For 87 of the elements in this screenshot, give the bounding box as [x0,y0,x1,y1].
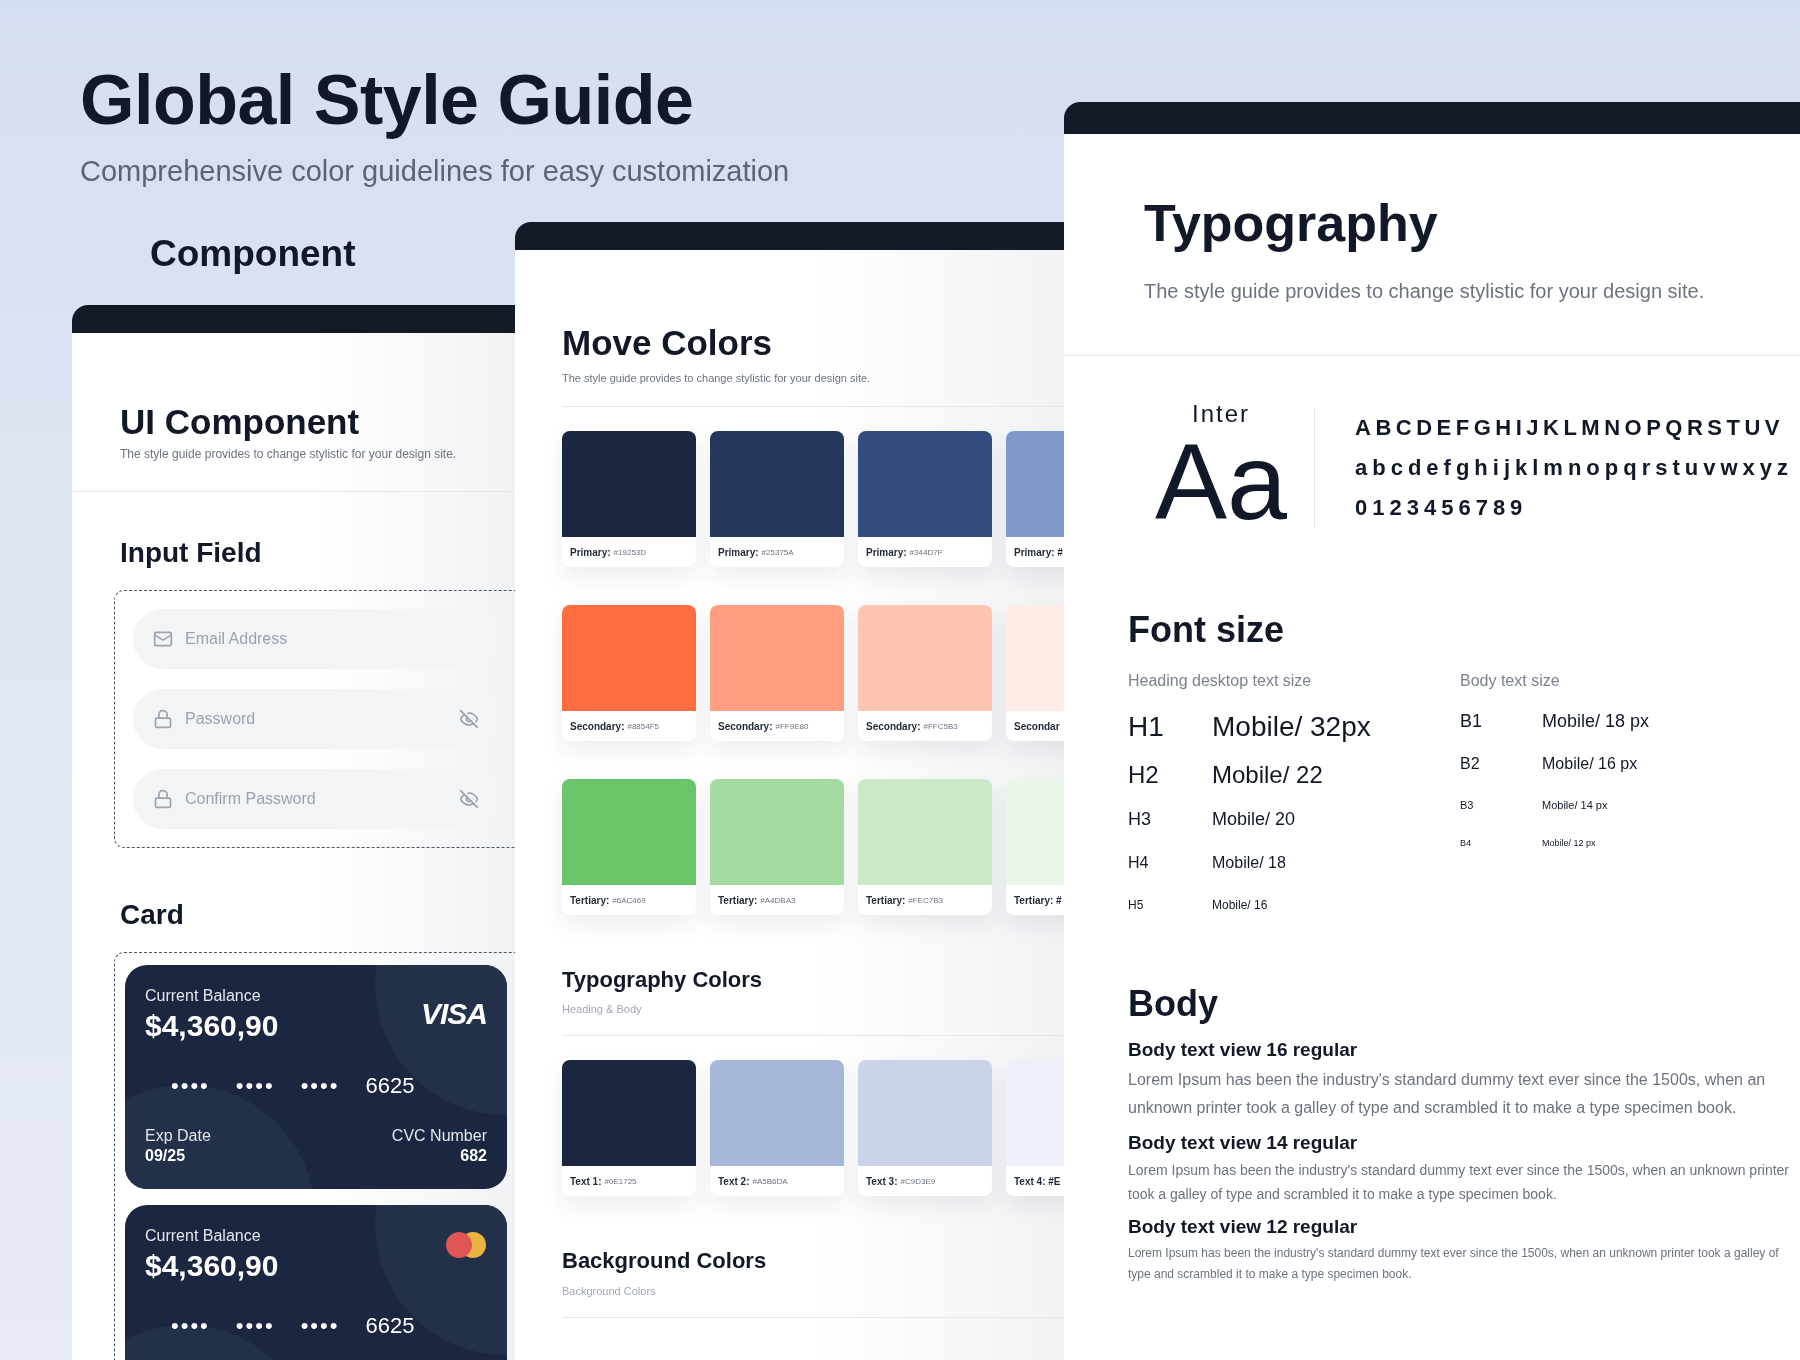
page-title: Global Style Guide [80,62,694,139]
swatch-label: Tertiary: # [1013,893,1063,908]
swatch-label: Text 3: #C9D3E9 [865,1174,937,1189]
visa-logo: VISA [420,996,487,1031]
column-label: Heading desktop text size [1128,671,1313,690]
mail-icon [153,629,173,649]
section-heading: Typography Colors [562,967,763,994]
page-subtitle: Comprehensive color guidelines for easy customization [80,155,790,188]
section-heading: Input Field [120,536,262,570]
body-sample-title: Body text view 16 regular [1128,1038,1359,1062]
swatch-label: Secondary: #FFC5B3 [865,719,959,734]
swatch-label: Secondar [1013,719,1061,734]
swatch-label: Primary: # [1013,545,1064,560]
balance-label: Current Balance [145,1226,261,1245]
section-heading: Body [1128,981,1218,1025]
card-brand-icon [445,1230,487,1259]
masked-digits: •••• [171,1312,210,1339]
exp-date: 09/25 [145,1146,186,1165]
glyph-row-text: ABCDEFGHIJKLMNOPQRSTUV [1355,415,1785,442]
masked-digits: •••• [300,1072,340,1099]
size-tag: H1 [1128,710,1212,743]
panel-title: UI Component [120,401,361,444]
section-heading: Font size [1128,608,1284,652]
body-sample-text: Lorem Ipsum has been the industry's standard dummy text ever since the 1500s, when an unknown printer took a galley of type and scrambled it to make a type specimen book. [1128,1069,1767,1118]
section-heading: Card [120,898,184,932]
size-value: Mobile/ 18 px [1542,711,1651,733]
section-subtitle: Background Colors [562,1284,656,1297]
swatch-label: Text 2: #A5B6DA [717,1174,789,1189]
card-last-digits: 6625 [365,1312,415,1339]
size-value: Mobile/ 12 px [1542,837,1597,848]
size-tag: B3 [1460,798,1542,811]
size-tag: H5 [1128,897,1212,912]
swatch-label: Text 1: #0E1725 [569,1174,638,1189]
card-last-digits: 6625 [365,1072,415,1099]
size-tag: H3 [1128,809,1212,831]
balance-label: Current Balance [145,986,261,1005]
lock-icon [153,709,173,729]
body-sample-text: Lorem Ipsum has been the industry's standard dummy text ever since the 1500s, when an unknown printer took a galley of type and scrambled it to make a type specimen book. [1128,1161,1791,1205]
swatch-label: Tertiary: #6AC469 [569,893,647,908]
font-sample: Aa [1154,428,1288,537]
glyph-row: abcdefghijklmnopqrstuvwxyz [1355,455,1794,482]
cvc-number: 682 [460,1146,487,1165]
size-tag: B1 [1460,711,1542,733]
font-name: Inter [1192,400,1250,429]
balance-amount: $4,360,90 [145,1008,279,1043]
body-sample-text: Lorem Ipsum has been the industry's standard dummy text ever since the 1500s, when an unknown printer took a galley of type and scrambled it to make a type specimen book. [1128,1245,1780,1284]
swatch-label: Text 4: #E [1013,1174,1062,1189]
size-tag: B4 [1460,837,1542,848]
panel-subtitle: The style guide provides to change stylistic for your design site. [562,372,871,384]
glyph-row-text: 0123456789 [1355,495,1529,522]
panel-subtitle: The style guide provides to change stylistic for your design site. [120,447,457,462]
body-sample-title: Body text view 14 regular [1128,1131,1359,1155]
masked-digits: •••• [300,1312,340,1339]
section-label: Component [150,232,356,276]
exp-label: Exp Date [145,1126,211,1145]
size-value: Mobile/ 32px [1212,710,1372,743]
size-value: Mobile/ 18 [1212,853,1287,872]
panel-subtitle: The style guide provides to change stylistic for your design site. [1144,280,1706,304]
balance-amount: $4,360,90 [145,1248,279,1283]
panel-title: Typography [1144,193,1439,254]
eye-off-icon[interactable] [459,709,479,729]
swatch-label: Primary: #344D7F [865,545,944,560]
eye-off-icon[interactable] [459,789,479,809]
section-heading: Background Colors [562,1248,767,1275]
swatch-label: Tertiary: #A4DBA3 [717,893,797,908]
cvc-label: CVC Number [391,1126,487,1145]
swatch-label: Primary: #19253D [569,545,648,560]
section-subtitle: Heading & Body [562,1003,642,1016]
swatch-label: Secondary: #FF9E80 [717,719,810,734]
column-label: Body text size [1460,671,1561,690]
size-tag: H4 [1128,853,1212,872]
size-value: Mobile/ 20 [1212,809,1297,831]
size-value: Mobile/ 22 [1212,760,1324,789]
masked-digits: •••• [235,1312,275,1339]
size-tag: B2 [1460,754,1542,773]
swatch-label: Tertiary: #FEC7B3 [865,893,944,908]
size-tag: H2 [1128,760,1212,789]
panel-title: Move Colors [562,322,773,364]
lock-icon [153,789,173,809]
swatch-label: Secondary: #8854F5 [569,719,661,734]
size-value: Mobile/ 14 px [1542,798,1609,811]
size-value: Mobile/ 16 [1212,897,1269,912]
masked-digits: •••• [235,1072,275,1099]
masked-digits: •••• [171,1072,210,1099]
body-sample-title: Body text view 12 regular [1128,1216,1359,1240]
swatch-label: Primary: #25375A [717,545,795,560]
size-value: Mobile/ 16 px [1542,754,1639,773]
